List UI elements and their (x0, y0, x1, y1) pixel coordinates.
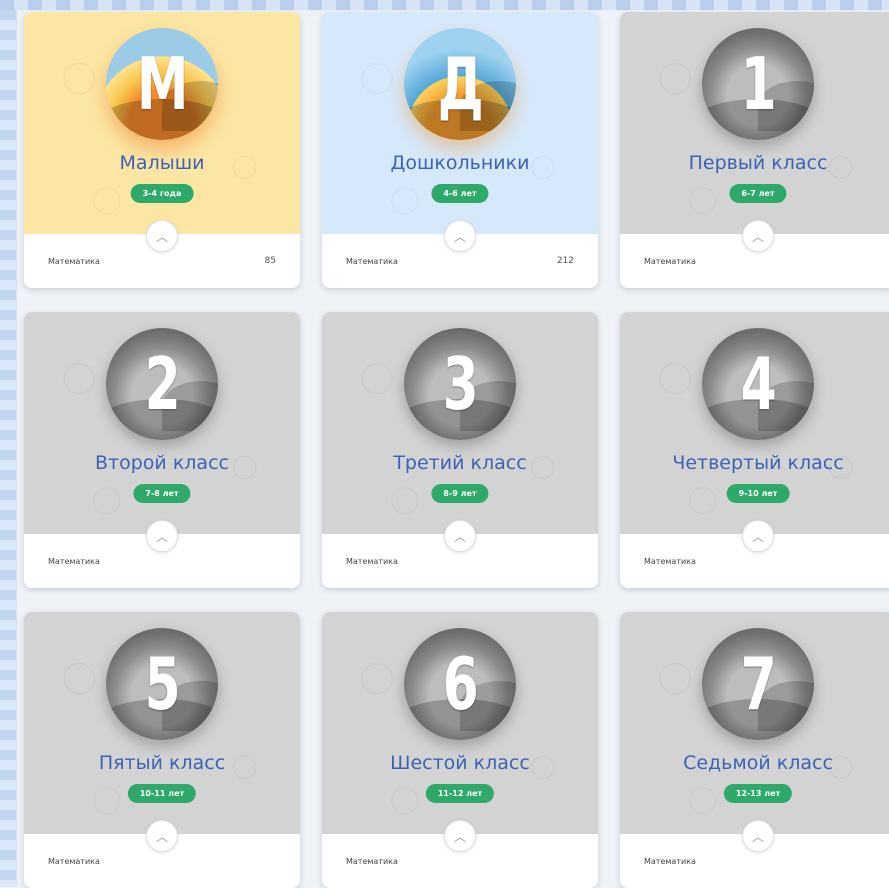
card-glyph: 1 (740, 42, 777, 126)
course-card-grade-2[interactable]: 2 Второй класс 7-8 лет ︿ Математика (24, 312, 300, 588)
subject-row[interactable]: Математика 85 (24, 234, 300, 288)
card-illustration: 7 (702, 628, 814, 740)
subject-label: Математика (346, 256, 398, 266)
subject-label: Математика (644, 256, 696, 266)
card-illustration: 2 (106, 328, 218, 440)
subject-row[interactable]: Математика 212 (322, 234, 598, 288)
card-illustration: 4 (702, 328, 814, 440)
age-badge: 8-9 лет (431, 484, 489, 503)
course-card-grade-5[interactable]: 5 Пятый класс 10-11 лет ︿ Математика (24, 612, 300, 888)
course-card-grade-4[interactable]: 4 Четвертый класс 9-10 лет ︿ Математика (620, 312, 889, 588)
course-grid: М Малыши 3-4 года ︿ Математика 85 Д Дошк… (0, 0, 889, 888)
card-glyph: 5 (144, 642, 181, 726)
subject-row[interactable]: Математика (24, 834, 300, 888)
subject-label: Математика (346, 556, 398, 566)
card-title[interactable]: Третий класс (322, 452, 598, 474)
card-glyph: М (136, 42, 189, 126)
subject-label: Математика (644, 556, 696, 566)
subject-label: Математика (48, 556, 100, 566)
subject-label: Математика (48, 256, 100, 266)
course-card-malyshi[interactable]: М Малыши 3-4 года ︿ Математика 85 (24, 12, 300, 288)
card-illustration: 3 (404, 328, 516, 440)
lesson-count: 85 (264, 256, 276, 266)
card-title[interactable]: Шестой класс (322, 752, 598, 774)
card-title[interactable]: Первый класс (620, 152, 889, 174)
subject-label: Математика (48, 856, 100, 866)
subject-row[interactable]: Математика (620, 534, 889, 588)
card-glyph: 3 (442, 342, 479, 426)
lesson-count: 212 (556, 256, 574, 266)
age-badge: 9-10 лет (726, 484, 790, 503)
card-glyph: 6 (442, 642, 479, 726)
age-badge: 4-6 лет (431, 184, 489, 203)
card-glyph: 4 (740, 342, 777, 426)
subject-row[interactable]: Математика (620, 834, 889, 888)
card-title[interactable]: Пятый класс (24, 752, 300, 774)
card-glyph: Д (437, 42, 484, 126)
age-badge: 11-12 лет (425, 784, 495, 803)
card-glyph: 7 (740, 642, 777, 726)
card-illustration: 6 (404, 628, 516, 740)
card-title[interactable]: Седьмой класс (620, 752, 889, 774)
subject-row[interactable]: Математика (322, 834, 598, 888)
subject-row[interactable]: Математика (24, 534, 300, 588)
card-illustration: 1 (702, 28, 814, 140)
card-title[interactable]: Малыши (24, 152, 300, 174)
subject-row[interactable]: Математика (322, 534, 598, 588)
age-badge: 3-4 года (130, 184, 194, 203)
subject-row[interactable]: Математика (620, 234, 889, 288)
course-card-grade-3[interactable]: 3 Третий класс 8-9 лет ︿ Математика (322, 312, 598, 588)
subject-label: Математика (346, 856, 398, 866)
card-glyph: 2 (144, 342, 181, 426)
card-illustration: 5 (106, 628, 218, 740)
card-title[interactable]: Дошкольники (322, 152, 598, 174)
card-illustration: Д (404, 28, 516, 140)
course-card-grade-1[interactable]: 1 Первый класс 6-7 лет ︿ Математика (620, 12, 889, 288)
age-badge: 10-11 лет (127, 784, 197, 803)
course-card-grade-6[interactable]: 6 Шестой класс 11-12 лет ︿ Математика (322, 612, 598, 888)
card-title[interactable]: Второй класс (24, 452, 300, 474)
card-title[interactable]: Четвертый класс (620, 452, 889, 474)
age-badge: 6-7 лет (729, 184, 787, 203)
course-card-grade-7[interactable]: 7 Седьмой класс 12-13 лет ︿ Математика (620, 612, 889, 888)
age-badge: 7-8 лет (133, 484, 191, 503)
subject-label: Математика (644, 856, 696, 866)
card-illustration: М (106, 28, 218, 140)
age-badge: 12-13 лет (723, 784, 793, 803)
course-card-doshkolniki[interactable]: Д Дошкольники 4-6 лет ︿ Математика 212 (322, 12, 598, 288)
